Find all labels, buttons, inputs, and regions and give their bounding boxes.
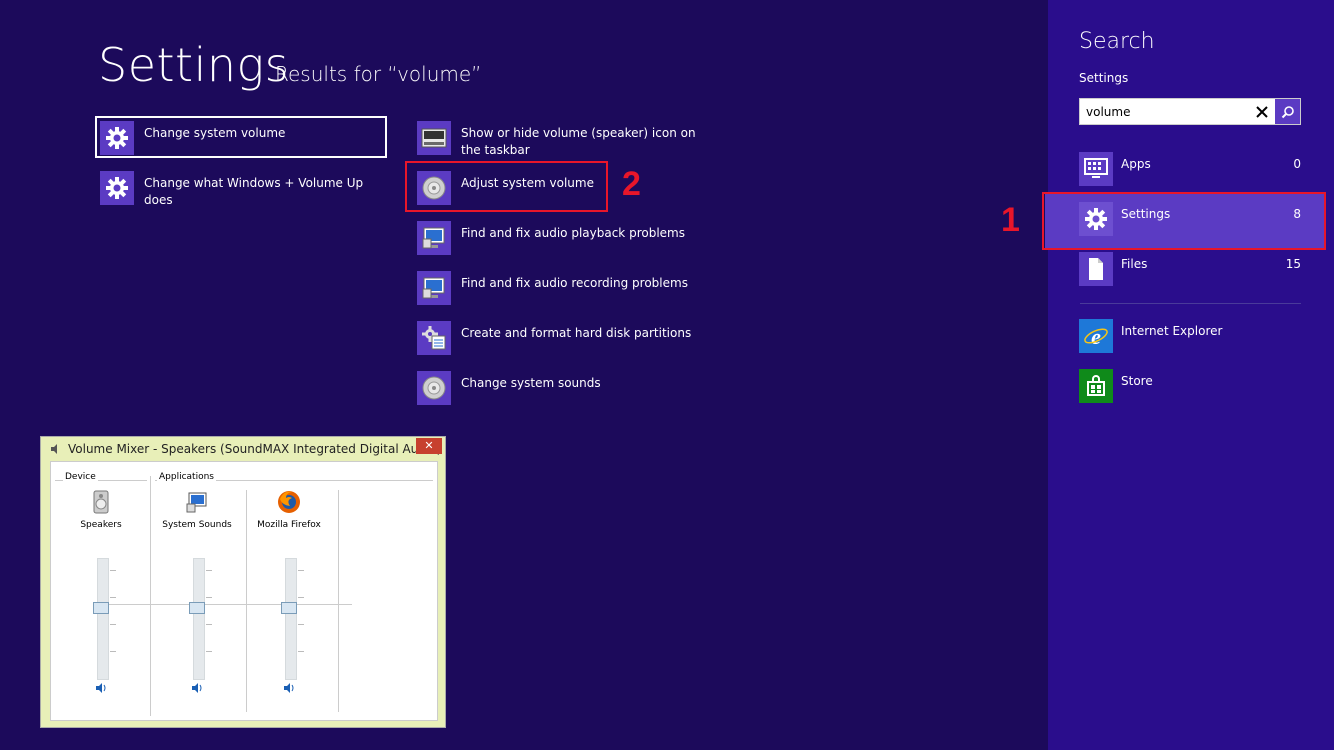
- results-for-label: Results for “volume”: [275, 62, 482, 86]
- scope-files[interactable]: Files 15: [1079, 252, 1301, 286]
- app-label: Store: [1121, 374, 1153, 388]
- annotation-box-2: [405, 161, 608, 212]
- scope-settings[interactable]: Settings 8: [1079, 202, 1301, 236]
- annotation-number-2: 2: [622, 165, 641, 203]
- file-icon: [1079, 252, 1113, 286]
- channel-name: Speakers: [80, 520, 122, 530]
- scope-apps[interactable]: Apps 0: [1079, 152, 1301, 186]
- gear-icon: [1079, 202, 1113, 236]
- search-icon: [1281, 105, 1294, 118]
- gear-icon: [100, 171, 134, 205]
- disk-management-icon: [417, 321, 451, 355]
- result-change-volume-up[interactable]: Change what Windows + Volume Up does: [100, 171, 384, 209]
- close-button[interactable]: ✕: [416, 438, 442, 454]
- firefox-icon: [278, 491, 300, 513]
- scope-label: Settings: [1121, 207, 1171, 221]
- mixer-channel-speakers: Speakers: [53, 490, 149, 710]
- troubleshoot-icon: [417, 271, 451, 305]
- internet-explorer-icon: e: [1079, 319, 1113, 353]
- device-group-label: Device: [63, 472, 98, 482]
- mute-speaker-icon[interactable]: [281, 680, 297, 696]
- apps-icon: [1079, 152, 1113, 186]
- volume-slider-thumb[interactable]: [281, 602, 297, 614]
- speakers-icon: [93, 490, 109, 514]
- mixer-titlebar[interactable]: Volume Mixer - Speakers (SoundMAX Integr…: [41, 437, 445, 461]
- scope-label: Apps: [1121, 157, 1151, 171]
- volume-mixer-icon: [51, 444, 57, 454]
- applications-group-label: Applications: [157, 472, 216, 482]
- gear-icon: [100, 121, 134, 155]
- volume-mixer-window: Volume Mixer - Speakers (SoundMAX Integr…: [40, 436, 446, 728]
- channel-name: Mozilla Firefox: [257, 520, 321, 530]
- result-show-hide-volume-icon[interactable]: Show or hide volume (speaker) icon on th…: [417, 121, 701, 159]
- svg-text:e: e: [1091, 324, 1101, 349]
- volume-slider-track[interactable]: [285, 558, 297, 680]
- app-label: Internet Explorer: [1121, 324, 1223, 338]
- mixer-body: Device Applications Speakers System Soun…: [50, 461, 438, 721]
- result-change-system-volume[interactable]: Change system volume: [100, 121, 384, 155]
- volume-slider-thumb[interactable]: [93, 602, 109, 614]
- mixer-channel-system-sounds: System Sounds: [149, 490, 245, 710]
- system-sounds-icon: [186, 492, 207, 513]
- result-label: Change system sounds: [461, 376, 601, 390]
- scope-count: 0: [1293, 157, 1301, 171]
- mixer-channel-firefox: Mozilla Firefox: [241, 490, 337, 710]
- scope-count: 15: [1285, 257, 1301, 271]
- mixer-title: Volume Mixer - Speakers (SoundMAX Integr…: [68, 442, 442, 456]
- search-pane-title: Search: [1079, 29, 1155, 54]
- clear-search-button[interactable]: [1252, 101, 1272, 123]
- close-icon: [1256, 106, 1268, 118]
- app-store[interactable]: Store: [1079, 369, 1301, 403]
- troubleshoot-icon: [417, 221, 451, 255]
- result-disk-partitions[interactable]: Create and format hard disk partitions: [417, 321, 701, 355]
- result-label: Show or hide volume (speaker) icon on th…: [461, 126, 696, 157]
- result-label: Create and format hard disk partitions: [461, 326, 692, 340]
- app-internet-explorer[interactable]: e Internet Explorer: [1079, 319, 1301, 353]
- annotation-number-1: 1: [1001, 201, 1020, 239]
- search-box: [1079, 98, 1301, 125]
- speaker-icon: [417, 371, 451, 405]
- search-button[interactable]: [1275, 99, 1300, 124]
- scope-label: Files: [1121, 257, 1148, 271]
- mute-speaker-icon[interactable]: [189, 680, 205, 696]
- result-label: Find and fix audio recording problems: [461, 276, 688, 290]
- pane-divider: [1080, 303, 1301, 304]
- result-label: Change system volume: [144, 126, 286, 140]
- result-change-system-sounds[interactable]: Change system sounds: [417, 371, 701, 405]
- store-icon: [1079, 369, 1113, 403]
- taskbar-icon: [417, 121, 451, 155]
- channel-name: System Sounds: [162, 520, 232, 530]
- scope-count: 8: [1293, 207, 1301, 221]
- search-input[interactable]: [1086, 103, 1246, 121]
- result-fix-recording[interactable]: Find and fix audio recording problems: [417, 271, 701, 305]
- volume-slider-track[interactable]: [97, 558, 109, 680]
- volume-slider-track[interactable]: [193, 558, 205, 680]
- result-label: Change what Windows + Volume Up does: [144, 176, 364, 207]
- result-label: Find and fix audio playback problems: [461, 226, 685, 240]
- mute-speaker-icon[interactable]: [93, 680, 109, 696]
- settings-results-area: Settings Results for “volume” Change sys…: [0, 0, 1048, 750]
- search-scope-label: Settings: [1079, 71, 1129, 85]
- page-title: Settings: [98, 38, 290, 92]
- result-fix-playback[interactable]: Find and fix audio playback problems: [417, 221, 701, 255]
- volume-slider-thumb[interactable]: [189, 602, 205, 614]
